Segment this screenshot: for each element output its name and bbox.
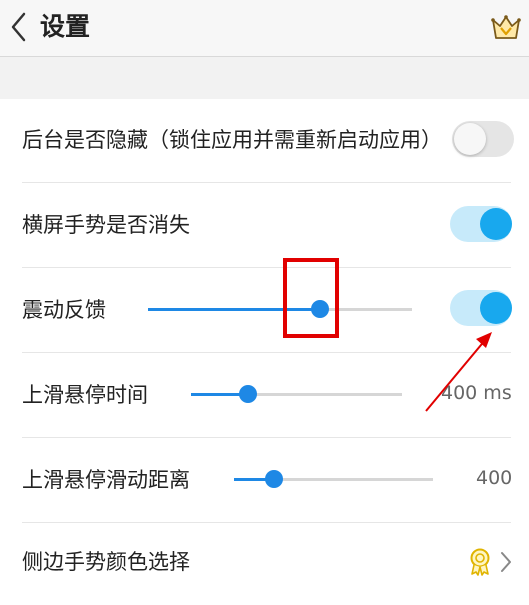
vibration-toggle[interactable]: [450, 290, 512, 326]
setting-row-hover-distance: 上滑悬停滑动距离 400: [0, 438, 529, 523]
slider-thumb[interactable]: [238, 385, 257, 403]
hover-distance-slider[interactable]: [234, 467, 433, 491]
setting-row-landscape-gesture: 横屏手势是否消失: [0, 183, 529, 268]
toggle-knob: [480, 208, 512, 240]
page-title: 设置: [40, 12, 91, 41]
section-gap: [0, 56, 529, 99]
setting-row-edge-gesture-color[interactable]: 侧边手势颜色选择: [0, 520, 529, 605]
slider-thumb[interactable]: [264, 470, 283, 488]
setting-label: 上滑悬停滑动距离: [22, 468, 190, 492]
hover-time-slider[interactable]: [191, 382, 402, 406]
setting-label: 后台是否隐藏（锁住应用并需重新启动应用）: [22, 128, 442, 152]
setting-label: 横屏手势是否消失: [22, 213, 190, 237]
landscape-gesture-toggle[interactable]: [450, 206, 512, 242]
toggle-knob: [454, 123, 486, 155]
red-arrow-icon: [425, 332, 492, 412]
chevron-right-icon[interactable]: [498, 550, 514, 574]
medal-icon: [470, 548, 490, 576]
vibration-slider[interactable]: [148, 297, 412, 321]
setting-label: 上滑悬停时间: [22, 383, 148, 407]
header: 设置: [0, 0, 529, 56]
toggle-knob: [480, 292, 512, 324]
setting-row-hide-background: 后台是否隐藏（锁住应用并需重新启动应用）: [0, 98, 529, 183]
setting-label: 侧边手势颜色选择: [22, 550, 190, 574]
chevron-left-icon[interactable]: [8, 11, 30, 43]
crown-icon[interactable]: [490, 12, 522, 42]
setting-label: 震动反馈: [22, 298, 106, 322]
hide-background-toggle[interactable]: [452, 121, 514, 157]
red-highlight-box: [283, 258, 339, 338]
hover-distance-value: 400: [476, 467, 513, 489]
